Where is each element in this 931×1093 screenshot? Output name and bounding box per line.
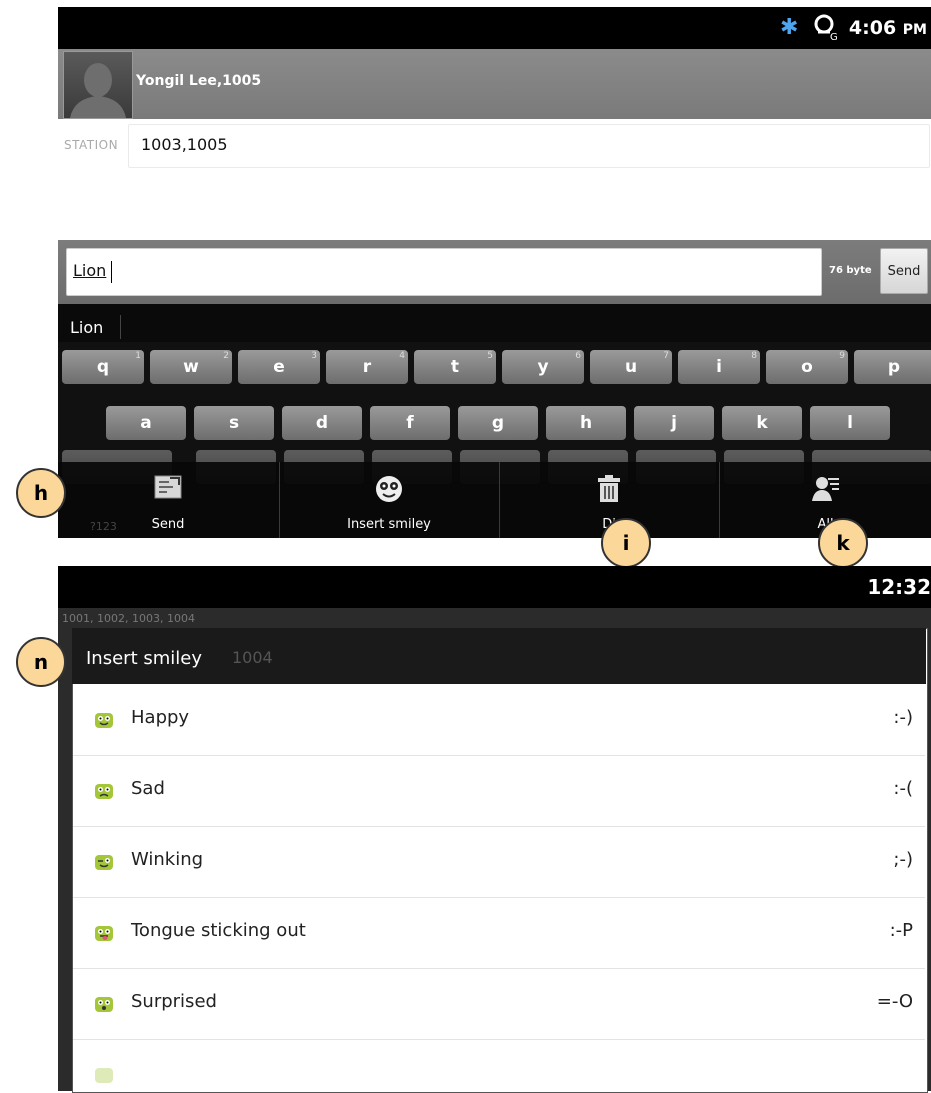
happy-smiley-icon [95, 713, 113, 728]
status-bar-2: 12:32 [58, 566, 931, 608]
key-w[interactable]: w2 [150, 350, 232, 384]
key-label: w [183, 357, 199, 377]
person-silhouette-icon [70, 63, 126, 118]
key-e[interactable]: e3 [238, 350, 320, 384]
station-field[interactable] [128, 124, 930, 168]
key-number: 8 [751, 351, 757, 361]
smiley-option-surprised[interactable]: Surprised =-O [73, 969, 925, 1040]
menu-label-insert-smiley: Insert smiley [347, 517, 431, 532]
tongue-smiley-icon [95, 926, 113, 941]
clock: 4:06 PM [849, 17, 927, 39]
key-number: 2 [223, 351, 229, 361]
smiley-option-partial[interactable] [73, 1040, 925, 1091]
station-label: STATION [64, 138, 119, 152]
callout-n: n [16, 637, 66, 687]
key-f[interactable]: f [370, 406, 450, 440]
network-icon: G [814, 14, 838, 41]
smiley-option-tongue[interactable]: Tongue sticking out :-P [73, 898, 925, 969]
key-s[interactable]: s [194, 406, 274, 440]
smiley-name: Surprised [131, 991, 217, 1012]
smiley-code: :-( [893, 778, 913, 799]
callout-i: i [601, 518, 651, 568]
menu-item-send[interactable]: Send [58, 462, 278, 538]
clock-ampm: PM [902, 22, 927, 38]
key-h[interactable]: h [546, 406, 626, 440]
key-label: t [450, 357, 460, 377]
key-i[interactable]: i8 [678, 350, 760, 384]
key-o[interactable]: o9 [766, 350, 848, 384]
partial-smiley-icon [95, 1068, 113, 1083]
smiley-name: Tongue sticking out [131, 920, 306, 941]
smiley-option-sad[interactable]: Sad :-( [73, 756, 925, 827]
key-label: p [887, 357, 901, 377]
svg-text:G: G [830, 32, 838, 41]
key-k[interactable]: k [722, 406, 802, 440]
message-input[interactable] [66, 248, 822, 296]
clock-time: 4:06 [848, 17, 897, 39]
smiley-name: Sad [131, 778, 165, 799]
key-g[interactable]: g [458, 406, 538, 440]
clock-2: 12:32 [867, 575, 931, 599]
contacts-icon [811, 477, 839, 501]
key-number: 9 [839, 351, 845, 361]
menu-label-send: Send [151, 517, 185, 532]
key-label: y [537, 357, 549, 377]
key-y[interactable]: y6 [502, 350, 584, 384]
station-value: 1003,1005 [141, 135, 228, 154]
background-recipients-field: 1004 [232, 648, 273, 667]
key-label: r [362, 357, 372, 377]
key-label: i [716, 357, 722, 377]
suggestion-word[interactable]: Lion [70, 318, 103, 337]
key-u[interactable]: u7 [590, 350, 672, 384]
background-recipients: 1001, 1002, 1003, 1004 [62, 612, 195, 625]
key-r[interactable]: r4 [326, 350, 408, 384]
winking-smiley-icon [95, 855, 113, 870]
smiley-name: Winking [131, 849, 204, 870]
key-label: o [801, 357, 813, 377]
menu-item-insert-smiley[interactable]: Insert smiley [280, 462, 498, 538]
key-p[interactable]: p [854, 350, 931, 384]
key-number: 7 [663, 351, 669, 361]
byte-counter: 76 byte [829, 265, 872, 276]
send-button[interactable]: Send [880, 248, 928, 294]
key-label: e [273, 357, 285, 377]
key-label: u [624, 357, 638, 377]
key-number: 3 [311, 351, 317, 361]
surprised-smiley-icon [95, 997, 113, 1012]
smiley-option-winking[interactable]: Winking ;-) [73, 827, 925, 898]
trash-icon [598, 475, 620, 502]
avatar[interactable] [63, 51, 133, 119]
suggestion-divider [120, 315, 121, 339]
text-cursor [111, 261, 112, 283]
key-l[interactable]: l [810, 406, 890, 440]
options-menu: ?123 Send Insert smiley Di [58, 462, 931, 538]
key-j[interactable]: j [634, 406, 714, 440]
key-d[interactable]: d [282, 406, 362, 440]
key-number: 6 [575, 351, 581, 361]
send-message-icon [154, 475, 182, 499]
key-label: q [96, 357, 110, 377]
suggestion-strip [58, 304, 931, 342]
smiley-code: ;-) [893, 849, 913, 870]
callout-h: h [16, 468, 66, 518]
key-q[interactable]: q1 [62, 350, 144, 384]
smiley-code: :-P [889, 920, 913, 941]
bluetooth-icon: ✱ [780, 15, 799, 40]
smiley-icon [376, 476, 402, 502]
key-number: 1 [135, 351, 141, 361]
status-bar: ✱ G 4:06 PM [58, 7, 931, 49]
smiley-code: =-O [876, 991, 913, 1012]
key-t[interactable]: t5 [414, 350, 496, 384]
key-a[interactable]: a [106, 406, 186, 440]
message-text: Lion [73, 261, 107, 280]
smiley-option-happy[interactable]: Happy :-) [73, 685, 925, 756]
key-number: 5 [487, 351, 493, 361]
smiley-name: Happy [131, 707, 190, 728]
sad-smiley-icon [95, 784, 113, 799]
key-number: 4 [399, 351, 405, 361]
smiley-code: :-) [893, 707, 913, 728]
callout-k: k [818, 518, 868, 568]
dialog-title: Insert smiley [86, 648, 202, 669]
contact-name: Yongil Lee,1005 [136, 73, 262, 89]
